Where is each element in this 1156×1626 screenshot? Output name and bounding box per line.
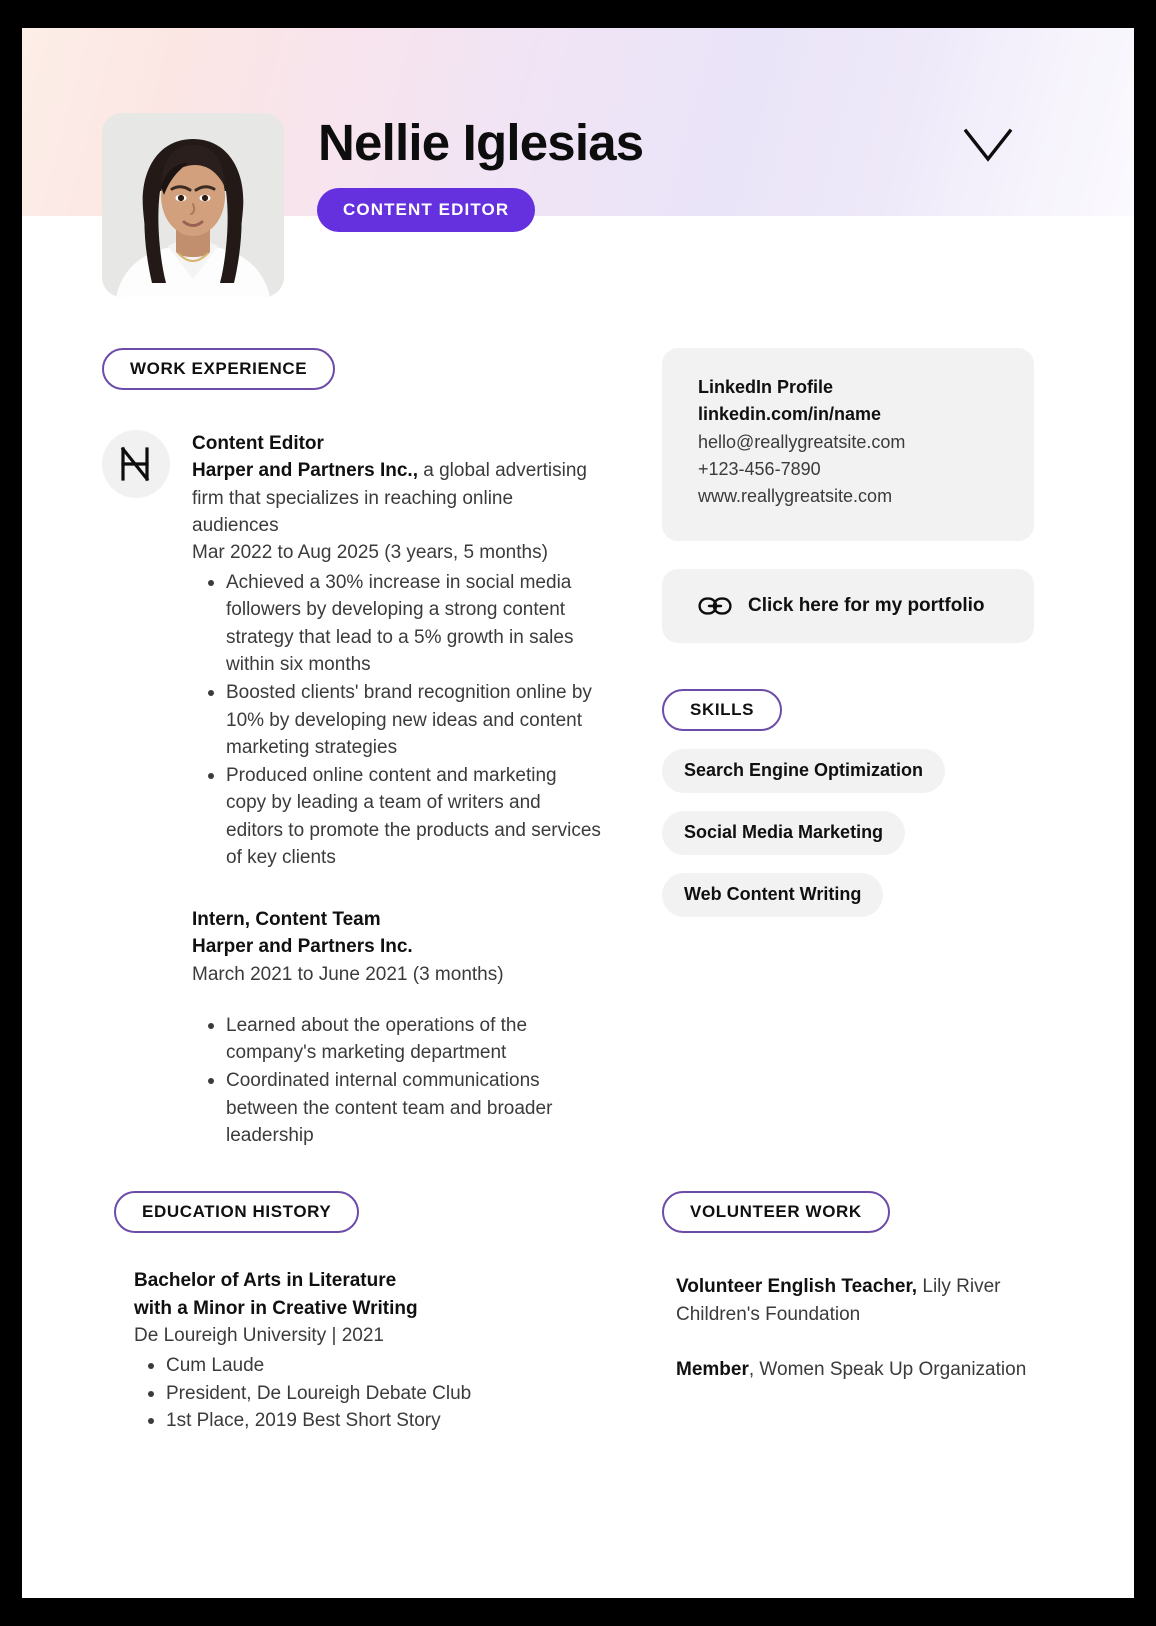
- job-company: Harper and Partners Inc.: [192, 936, 413, 958]
- job-title: Intern, Content Team: [192, 908, 381, 930]
- skills-heading-wrap: SKILLS: [662, 688, 1034, 731]
- section-heading-work-experience: WORK EXPERIENCE: [102, 348, 336, 390]
- harper-monogram-icon: [102, 430, 170, 498]
- list-item: Cum Laude: [148, 1352, 624, 1380]
- role-badge: CONTENT EDITOR: [317, 188, 536, 232]
- avatar: [102, 113, 284, 297]
- education-section: EDUCATION HISTORY Bachelor of Arts in Li…: [114, 1191, 624, 1435]
- work-entry: Content Editor Harper and Partners Inc.,…: [102, 428, 602, 872]
- section-heading-education-history: EDUCATION HISTORY: [114, 1191, 360, 1233]
- volunteer-entry: Member, Women Speak Up Organization: [676, 1356, 1034, 1384]
- volunteer-section: VOLUNTEER WORK Volunteer English Teacher…: [662, 1191, 1034, 1384]
- volunteer-role: Member: [676, 1359, 749, 1381]
- contact-card: LinkedIn Profile linkedin.com/in/name he…: [662, 348, 1034, 541]
- skill-chip: Social Media Marketing: [662, 810, 906, 855]
- education-bullets: Cum Laude President, De Loureigh Debate …: [134, 1352, 624, 1435]
- link-icon: [698, 596, 732, 616]
- work-entry-body: Content Editor Harper and Partners Inc.,…: [192, 428, 602, 872]
- work-entry: Intern, Content Team Harper and Partners…: [102, 906, 602, 1150]
- skill-chip: Search Engine Optimization: [662, 748, 946, 793]
- job-bullets: Learned about the operations of the comp…: [192, 1012, 602, 1150]
- job-bullets: Achieved a 30% increase in social media …: [192, 569, 602, 872]
- list-item: President, De Loureigh Debate Club: [148, 1380, 624, 1408]
- chevron-down-icon[interactable]: [962, 123, 1014, 169]
- list-item: 1st Place, 2019 Best Short Story: [148, 1407, 624, 1435]
- linkedin-url[interactable]: linkedin.com/in/name: [698, 401, 998, 428]
- section-heading-volunteer-work: VOLUNTEER WORK: [662, 1191, 890, 1233]
- list-item: Coordinated internal communications betw…: [208, 1067, 602, 1150]
- email-address[interactable]: hello@reallygreatsite.com: [698, 429, 998, 456]
- job-dates: Mar 2022 to Aug 2025 (3 years, 5 months): [192, 542, 548, 564]
- degree-line-1: Bachelor of Arts in Literature: [134, 1270, 397, 1291]
- header: Nellie Iglesias CONTENT EDITOR: [22, 28, 1134, 318]
- linkedin-label: LinkedIn Profile: [698, 377, 834, 397]
- skill-list: Search Engine Optimization: [662, 731, 1034, 793]
- page-title: Nellie Iglesias: [318, 114, 644, 171]
- school-and-year: De Loureigh University | 2021: [134, 1325, 384, 1347]
- portfolio-link-button[interactable]: Click here for my portfolio: [662, 568, 1034, 643]
- skill-list: Social Media Marketing: [662, 793, 1034, 855]
- job-dates: March 2021 to June 2021 (3 months): [192, 963, 504, 985]
- volunteer-entry: Volunteer English Teacher, Lily River Ch…: [676, 1273, 1034, 1328]
- job-company: Harper and Partners Inc., a global adver…: [192, 457, 602, 539]
- resume-page: Nellie Iglesias CONTENT EDITOR WORK EXPE…: [22, 28, 1134, 1598]
- job-company-name: Harper and Partners Inc.,: [192, 460, 418, 482]
- volunteer-role: Volunteer English Teacher,: [676, 1276, 918, 1297]
- list-item: Produced online content and marketing co…: [208, 762, 602, 872]
- volunteer-list: Volunteer English Teacher, Lily River Ch…: [662, 1273, 1034, 1384]
- degree-line-2: with a Minor in Creative Writing: [134, 1297, 418, 1319]
- skill-list: Web Content Writing: [662, 855, 1034, 917]
- list-item: Achieved a 30% increase in social media …: [208, 569, 602, 679]
- education-entry: Bachelor of Arts in Literature with a Mi…: [114, 1267, 624, 1435]
- phone-number: +123-456-7890: [698, 459, 821, 480]
- portfolio-link-label: Click here for my portfolio: [748, 594, 985, 616]
- website-url[interactable]: www.reallygreatsite.com: [698, 483, 998, 510]
- list-item: Boosted clients' brand recognition onlin…: [208, 679, 602, 762]
- right-column: LinkedIn Profile linkedin.com/in/name he…: [662, 348, 1034, 917]
- list-item: Learned about the operations of the comp…: [208, 1012, 602, 1067]
- left-column: WORK EXPERIENCE Content Editor Harper an…: [102, 348, 602, 1150]
- volunteer-org: , Women Speak Up Organization: [748, 1359, 1027, 1381]
- job-title: Content Editor: [192, 433, 324, 454]
- section-heading-skills: SKILLS: [662, 688, 783, 731]
- skill-chip: Web Content Writing: [662, 872, 884, 917]
